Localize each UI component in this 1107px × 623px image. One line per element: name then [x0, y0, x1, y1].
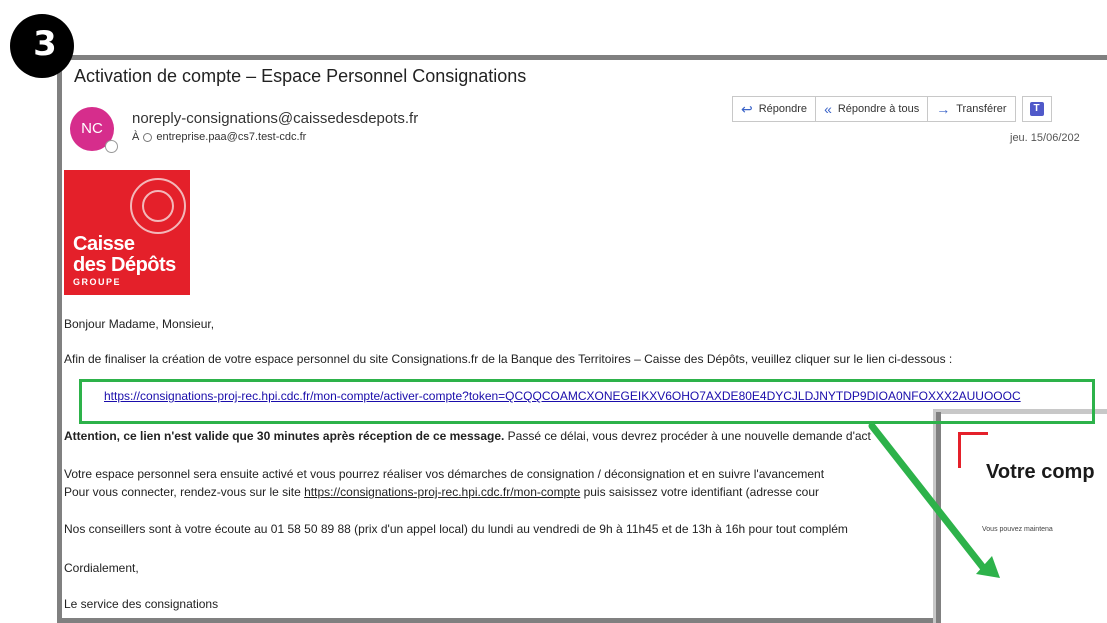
logo-text-line1: Caisse: [73, 233, 135, 255]
email-window-border-bottom: [57, 618, 941, 623]
login-text-pre: Pour vous connecter, rendez-vous sur le …: [64, 485, 305, 499]
recipient-line: À entreprise.paa@cs7.test-cdc.fr: [132, 131, 306, 143]
caisse-des-depots-logo: Caisse des Dépôts GROUPE: [64, 170, 190, 295]
recipient-address[interactable]: entreprise.paa@cs7.test-cdc.fr: [156, 131, 306, 143]
logo-text-line3: GROUPE: [73, 277, 122, 287]
reply-button[interactable]: ↩ Répondre: [732, 96, 817, 122]
forward-icon: →: [936, 101, 951, 117]
reply-all-icon: «: [824, 101, 832, 117]
intro-text: Afin de finaliser la création de votre e…: [64, 352, 953, 366]
link-highlight-box: [79, 379, 1095, 424]
step-number-badge: 3: [10, 14, 74, 78]
email-subject: Activation de compte – Espace Personnel …: [74, 66, 527, 86]
confirmation-subtitle: Vous pouvez maintena: [982, 526, 1053, 533]
email-date: jeu. 15/06/202: [1010, 132, 1080, 144]
closing-text: Cordialement,: [64, 561, 139, 575]
account-link[interactable]: https://consignations-proj-rec.hpi.cdc.f…: [304, 485, 580, 499]
teams-icon: T: [1029, 102, 1044, 116]
warning-text: Attention, ce lien n'est valide que 30 m…: [64, 429, 871, 443]
presence-status-icon: [105, 140, 118, 153]
reply-label: Répondre: [758, 103, 808, 115]
seal-icon: [130, 178, 186, 234]
reply-icon: ↩: [741, 100, 753, 117]
activation-info-line1: Votre espace personnel sera ensuite acti…: [64, 467, 825, 481]
greeting-text: Bonjour Madame, Monsieur,: [64, 317, 215, 331]
warning-bold: Attention, ce lien n'est valide que 30 m…: [64, 429, 505, 443]
logo-text-line2: des Dépôts: [73, 254, 176, 276]
activation-info-line2: Pour vous connecter, rendez-vous sur le …: [64, 485, 819, 499]
forward-button[interactable]: → Transférer: [927, 96, 1016, 122]
signature-text: Le service des consignations: [64, 597, 219, 611]
message-actions: ↩ Répondre « Répondre à tous → Transfére…: [732, 96, 1052, 122]
brand-corner-mark: [958, 432, 988, 468]
confirmation-title: Votre comp: [986, 461, 1095, 483]
forward-label: Transférer: [956, 103, 1007, 115]
to-label: À: [132, 131, 140, 143]
email-window-border-right: [936, 412, 941, 623]
reply-all-button[interactable]: « Répondre à tous: [815, 96, 929, 122]
recipient-status-icon: [143, 132, 153, 142]
sender-address[interactable]: noreply-consignations@caissedesdepots.fr: [132, 110, 418, 127]
advisors-text: Nos conseillers sont à votre écoute au 0…: [64, 522, 848, 536]
warning-rest: Passé ce délai, vous devrez procéder à u…: [504, 429, 871, 443]
login-text-post: puis saisissez votre identifiant (adress…: [580, 485, 820, 499]
teams-button[interactable]: T: [1021, 96, 1052, 122]
reply-all-label: Répondre à tous: [837, 103, 920, 115]
